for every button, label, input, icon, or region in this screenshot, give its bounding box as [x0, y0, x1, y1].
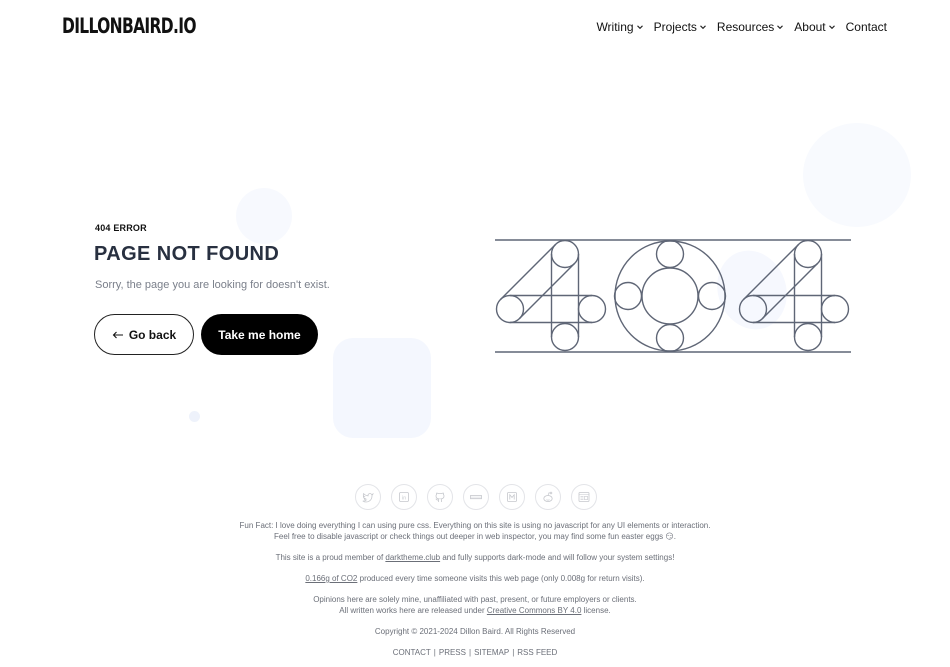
go-back-button[interactable]: Go back	[94, 314, 194, 355]
social-links: in	[355, 484, 597, 510]
site-header: DILLONBAIRD.IO Writing Projects Resource…	[0, 0, 950, 56]
disclaimer: Opinions here are solely mine, unaffilia…	[0, 595, 950, 616]
footer-links: CONTACT | PRESS | SITEMAP | RSS FEED	[0, 648, 950, 659]
404-illustration	[495, 239, 851, 353]
nav-item-label: Resources	[716, 20, 775, 34]
license-prefix: All written works here are released unde…	[339, 605, 487, 615]
nav-item-resources[interactable]: Resources	[717, 20, 784, 34]
nav-item-label: Projects	[653, 20, 697, 34]
darktheme-suffix: and fully supports dark-mode and will fo…	[440, 553, 675, 562]
chevron-down-icon	[777, 25, 784, 30]
separator: |	[433, 648, 436, 657]
error-description: Sorry, the page you are looking for does…	[95, 279, 330, 291]
digit-four-right	[738, 239, 850, 352]
nav-item-label: Writing	[596, 20, 634, 34]
github-icon	[435, 492, 445, 502]
linkedin-link[interactable]: in	[391, 484, 417, 510]
darktheme-note: This site is a proud member of darktheme…	[0, 553, 950, 564]
newsletter-icon	[578, 492, 590, 502]
nav-item-about[interactable]: About	[794, 20, 835, 34]
npm-icon	[470, 495, 482, 500]
reddit-link[interactable]	[535, 484, 561, 510]
decorative-blob	[236, 188, 292, 244]
reddit-icon	[543, 491, 553, 502]
github-link[interactable]	[427, 484, 453, 510]
nav-item-projects[interactable]: Projects	[654, 20, 707, 34]
chevron-down-icon	[700, 25, 706, 30]
chevron-down-icon	[636, 25, 643, 30]
darktheme-club-link[interactable]: darktheme.club	[385, 553, 440, 562]
nav-item-label: Contact	[845, 20, 887, 34]
medium-icon	[507, 492, 517, 502]
arrow-left-icon	[112, 331, 123, 338]
go-back-label: Go back	[128, 327, 177, 342]
decorative-blob	[803, 123, 911, 227]
footer-link-contact[interactable]: CONTACT	[393, 648, 431, 657]
npm-link[interactable]	[463, 484, 489, 510]
linkedin-icon: in	[399, 492, 409, 502]
page-title: PAGE NOT FOUND	[94, 243, 280, 265]
twitter-icon	[362, 492, 374, 503]
chevron-down-icon	[828, 25, 835, 30]
darktheme-prefix: This site is a proud member of	[275, 553, 386, 562]
take-me-home-button[interactable]: Take me home	[201, 314, 318, 355]
take-me-home-label: Take me home	[218, 327, 301, 342]
error-code-label: 404 ERROR	[95, 223, 147, 233]
svg-text:in: in	[402, 496, 407, 502]
separator: |	[512, 648, 515, 657]
nav-item-writing[interactable]: Writing	[596, 20, 643, 34]
main-nav: Writing Projects Resources About Contact	[596, 20, 887, 34]
newsletter-link[interactable]	[571, 484, 597, 510]
decorative-blob	[333, 338, 431, 438]
digit-zero	[613, 239, 727, 353]
license-link[interactable]: Creative Commons BY 4.0	[487, 606, 582, 615]
site-logo[interactable]: DILLONBAIRD.IO	[62, 14, 197, 38]
footer-link-press[interactable]: PRESS	[439, 648, 466, 657]
nav-item-label: About	[794, 20, 826, 34]
decorative-blob	[189, 411, 200, 422]
copyright: Copyright © 2021-2024 Dillon Baird. All …	[374, 627, 576, 636]
co2-suffix: produced every time someone visits this …	[357, 574, 645, 583]
twitter-link[interactable]	[355, 484, 381, 510]
footer-link-rss-feed[interactable]: RSS FEED	[517, 648, 557, 657]
nav-item-contact[interactable]: Contact	[846, 20, 887, 34]
medium-link[interactable]	[499, 484, 525, 510]
digit-four-left	[495, 239, 607, 352]
footer-link-sitemap[interactable]: SITEMAP	[474, 648, 509, 657]
fun-fact: Fun Fact: I love doing everything I can …	[0, 521, 950, 542]
co2-link[interactable]: 0.166g of CO2	[305, 574, 357, 583]
license-text: All written works here are released unde…	[0, 606, 950, 617]
fun-fact-line-1: Fun Fact: I love doing everything I can …	[239, 521, 711, 530]
separator: |	[468, 648, 472, 657]
license-suffix: license.	[581, 605, 611, 615]
co2-note: 0.166g of CO2 produced every time someon…	[0, 574, 950, 585]
opinions-text: Opinions here are solely mine, unaffilia…	[313, 595, 637, 604]
fun-fact-line-2: Feel free to disable javascript or check…	[274, 531, 676, 541]
